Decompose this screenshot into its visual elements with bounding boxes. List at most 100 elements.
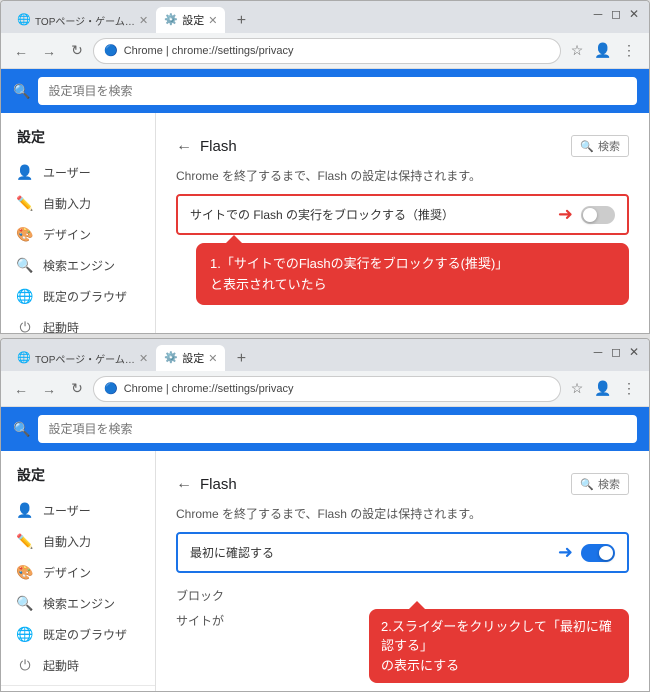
flash-description-2: Chrome を終了するまで、Flash の設定は保持されます。 <box>176 501 629 532</box>
back-button-1[interactable]: ← <box>9 39 33 63</box>
sidebar-item-search-2[interactable]: 🔍 検索エンジン <box>1 588 155 619</box>
tab-label-yahoo-1: TOPページ・ゲームならYahoo!モバ <box>35 13 135 28</box>
settings-search-bar-1: 🔍 <box>1 69 649 113</box>
sidebar-item-autofill-1[interactable]: ✏️ 自動入力 <box>1 188 155 219</box>
sidebar-1: 設定 👤 ユーザー ✏️ 自動入力 🎨 デザイン 🔍 検索エンジン 🌐 既定のブ… <box>1 113 156 333</box>
new-tab-button-1[interactable]: + <box>229 9 253 33</box>
sidebar-item-user-1[interactable]: 👤 ユーザー <box>1 157 155 188</box>
tab-yahoo-2[interactable]: 🌐 TOPページ・ゲームならYahoo!モバ ✕ <box>9 345 156 371</box>
tab-close-settings-2[interactable]: ✕ <box>208 352 217 365</box>
flash-toggle-switch-2[interactable] <box>581 544 615 562</box>
sidebar-item-startup-1[interactable]: ⏻ 起動時 <box>1 312 155 334</box>
sidebar-item-browser-1[interactable]: 🌐 既定のブラウザ <box>1 281 155 312</box>
sidebar-label-autofill-2: 自動入力 <box>43 533 91 550</box>
avatar-button-1[interactable]: 👤 <box>591 39 615 63</box>
avatar-button-2[interactable]: 👤 <box>591 377 615 401</box>
sidebar-label-design-1: デザイン <box>43 226 91 243</box>
callout-text-1: 1.「サイトでのFlashの実行をブロックする(推奨)」 と表示されていたら <box>210 256 508 292</box>
sidebar-2: 設定 👤 ユーザー ✏️ 自動入力 🎨 デザイン 🔍 検索エンジン 🌐 既定のブ… <box>1 451 156 691</box>
secure-icon-1: 🔵 <box>104 44 118 57</box>
sidebar-item-startup-2[interactable]: ⏻ 起動時 <box>1 650 155 681</box>
flash-back-arrow-2[interactable]: ← <box>176 475 192 493</box>
sidebar-label-design-2: デザイン <box>43 564 91 581</box>
flash-search-box-2[interactable]: 🔍 検索 <box>571 473 629 495</box>
sidebar-label-startup-2: 起動時 <box>43 657 79 674</box>
nav-bar-2: ← → ↻ 🔵 Chrome | chrome://settings/priva… <box>1 371 649 407</box>
address-bar-1[interactable]: 🔵 Chrome | chrome://settings/privacy <box>93 38 561 64</box>
flash-toggle-knob-1 <box>583 208 597 222</box>
flash-back-arrow-1[interactable]: ← <box>176 137 192 155</box>
flash-toggle-knob-2 <box>599 546 613 560</box>
nav-right-icons-1: ☆ 👤 ⋮ <box>565 39 641 63</box>
sidebar-label-search-2: 検索エンジン <box>43 595 115 612</box>
flash-header-1: ← Flash 🔍 検索 <box>176 125 629 163</box>
refresh-button-2[interactable]: ↻ <box>65 377 89 401</box>
address-text-2: Chrome | chrome://settings/privacy <box>124 383 294 395</box>
tab-favicon-2: 🌐 <box>17 351 31 365</box>
star-button-1[interactable]: ☆ <box>565 39 589 63</box>
sidebar-item-design-1[interactable]: 🎨 デザイン <box>1 219 155 250</box>
main-content-1: ← Flash 🔍 検索 Chrome を終了するまで、Flash の設定は保持… <box>156 113 649 333</box>
startup-icon-2: ⏻ <box>17 658 33 674</box>
tab-settings-2[interactable]: ⚙️ 設定 ✕ <box>156 345 225 371</box>
sidebar-item-search-1[interactable]: 🔍 検索エンジン <box>1 250 155 281</box>
nav-right-icons-2: ☆ 👤 ⋮ <box>565 377 641 401</box>
sidebar-item-browser-2[interactable]: 🌐 既定のブラウザ <box>1 619 155 650</box>
design-icon-1: 🎨 <box>17 227 33 243</box>
tab-yahoo-1[interactable]: 🌐 TOPページ・ゲームならYahoo!モバ ✕ <box>9 7 156 33</box>
forward-button-1[interactable]: → <box>37 39 61 63</box>
settings-search-input-2[interactable] <box>38 415 637 443</box>
flash-toggle-arrow-1: ➜ <box>558 204 573 225</box>
tab-close-yahoo-1[interactable]: ✕ <box>139 14 148 27</box>
address-bar-2[interactable]: 🔵 Chrome | chrome://settings/privacy <box>93 376 561 402</box>
flash-search-icon-1: 🔍 <box>580 140 594 153</box>
flash-toggle-switch-1[interactable] <box>581 206 615 224</box>
settings-search-bar-2: 🔍 <box>1 407 649 451</box>
block-label-2: ブロック <box>176 587 224 604</box>
flash-search-box-1[interactable]: 🔍 検索 <box>571 135 629 157</box>
close-button-1[interactable]: ✕ <box>627 7 641 21</box>
autofill-icon-2: ✏️ <box>17 534 33 550</box>
flash-title-1: Flash <box>200 138 237 155</box>
minimize-button-1[interactable]: － <box>591 7 605 21</box>
callout-1: 1.「サイトでのFlashの実行をブロックする(推奨)」 と表示されていたら <box>196 243 629 305</box>
minimize-button-2[interactable]: － <box>591 345 605 359</box>
new-tab-button-2[interactable]: + <box>229 347 253 371</box>
sidebar-item-design-2[interactable]: 🎨 デザイン <box>1 557 155 588</box>
sidebar-label-user-1: ユーザー <box>43 164 91 181</box>
sidebar-label-startup-1: 起動時 <box>43 319 79 334</box>
tab-settings-1[interactable]: ⚙️ 設定 ✕ <box>156 7 225 33</box>
sidebar-label-browser-1: 既定のブラウザ <box>43 288 127 305</box>
back-button-2[interactable]: ← <box>9 377 33 401</box>
tab-gear-icon-1: ⚙️ <box>164 13 178 27</box>
close-button-2[interactable]: ✕ <box>627 345 641 359</box>
window-controls-2: － ◻ ✕ <box>591 345 641 359</box>
restore-button-1[interactable]: ◻ <box>609 7 623 21</box>
flash-toggle-row-1: サイトでの Flash の実行をブロックする（推奨） ➜ <box>176 194 629 235</box>
content-area-2: 設定 👤 ユーザー ✏️ 自動入力 🎨 デザイン 🔍 検索エンジン 🌐 既定のブ… <box>1 451 649 691</box>
sidebar-item-autofill-2[interactable]: ✏️ 自動入力 <box>1 526 155 557</box>
tab-label-settings-1: 設定 <box>182 12 204 28</box>
flash-toggle-row-2: 最初に確認する ➜ <box>176 532 629 573</box>
sidebar-advanced-2[interactable]: 詳細設定 ▲ <box>1 685 155 692</box>
star-button-2[interactable]: ☆ <box>565 377 589 401</box>
flash-search-right-1: 🔍 検索 <box>571 135 629 157</box>
refresh-button-1[interactable]: ↻ <box>65 39 89 63</box>
flash-toggle-label-2: 最初に確認する <box>190 544 558 561</box>
settings-search-input-1[interactable] <box>38 77 637 105</box>
title-bar-1: 🌐 TOPページ・ゲームならYahoo!モバ ✕ ⚙️ 設定 ✕ + － ◻ ✕ <box>1 1 649 33</box>
forward-button-2[interactable]: → <box>37 377 61 401</box>
sidebar-label-autofill-1: 自動入力 <box>43 195 91 212</box>
tab-close-yahoo-2[interactable]: ✕ <box>139 352 148 365</box>
sidebar-label-search-1: 検索エンジン <box>43 257 115 274</box>
search-engine-icon-1: 🔍 <box>17 258 33 274</box>
tab-label-settings-2: 設定 <box>182 350 204 366</box>
user-icon-1: 👤 <box>17 165 33 181</box>
restore-button-2[interactable]: ◻ <box>609 345 623 359</box>
menu-button-1[interactable]: ⋮ <box>617 39 641 63</box>
sidebar-item-user-2[interactable]: 👤 ユーザー <box>1 495 155 526</box>
callout-text-2: 2.スライダーをクリックして「最初に確認する」 の表示にする <box>381 619 612 673</box>
menu-button-2[interactable]: ⋮ <box>617 377 641 401</box>
flash-description-1: Chrome を終了するまで、Flash の設定は保持されます。 <box>176 163 629 194</box>
tab-close-settings-1[interactable]: ✕ <box>208 14 217 27</box>
